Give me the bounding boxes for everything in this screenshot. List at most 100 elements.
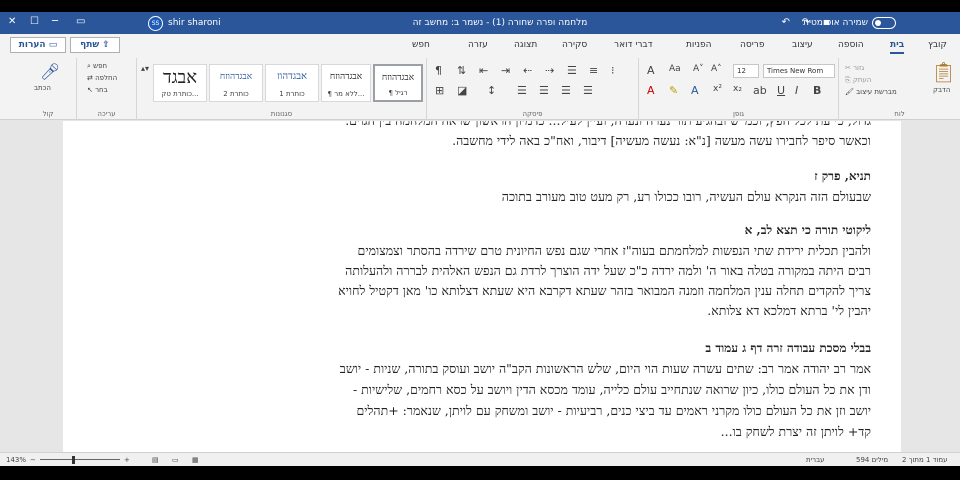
style-heading-1[interactable]: אבגדהוז כותרת 1 bbox=[265, 64, 319, 102]
copy-button[interactable]: ⎘ העתק bbox=[845, 76, 871, 85]
style-no-spacing[interactable]: אבגדהוזח ¶ ללא מר... bbox=[321, 64, 371, 102]
decrease-indent-icon[interactable]: ⇠ bbox=[523, 64, 532, 77]
underline-icon[interactable]: U bbox=[777, 84, 785, 97]
multilevel-list-icon[interactable]: ☰ bbox=[567, 64, 577, 77]
subscript-icon[interactable]: x₂ bbox=[733, 84, 742, 94]
undo-icon[interactable]: ↶ bbox=[782, 17, 790, 28]
rtl-icon[interactable]: ⇤ bbox=[479, 64, 488, 77]
document-heading[interactable]: תניא, פרק ז bbox=[91, 169, 871, 184]
paste-icon[interactable]: 📋︎ bbox=[931, 60, 956, 84]
word-count[interactable]: 594 מילים bbox=[856, 456, 888, 464]
replace-button[interactable]: ⇄ החלפה bbox=[87, 74, 117, 82]
tab-mailings[interactable]: דברי דואר bbox=[614, 40, 653, 50]
style-heading-2[interactable]: אבגדהוזח כותרת 2 bbox=[209, 64, 263, 102]
sort-icon[interactable]: ⇅ bbox=[457, 64, 466, 77]
microphone-icon[interactable]: 🎤︎ bbox=[40, 62, 60, 81]
page-count[interactable]: עמוד 1 מתוך 2 bbox=[902, 456, 948, 464]
zoom-slider[interactable] bbox=[40, 459, 120, 460]
document-line[interactable]: ודן את כל העולם כולו, כיון שרואה שנתחייב… bbox=[91, 382, 871, 398]
print-layout-icon[interactable]: ▤ bbox=[152, 456, 159, 464]
document-line[interactable]: ולהבין תכלית ירידת שתי הנפשות למלחמתם בע… bbox=[91, 243, 871, 259]
strikethrough-icon[interactable]: ab bbox=[753, 84, 767, 97]
cut-label: גזור bbox=[853, 64, 865, 72]
close-window-icon[interactable]: ✕ bbox=[8, 16, 16, 27]
cut-button[interactable]: ✂ גזור bbox=[845, 64, 864, 72]
zoom-slider-thumb[interactable] bbox=[72, 456, 75, 464]
tab-view[interactable]: תצוגה bbox=[514, 40, 537, 50]
document-line[interactable]: צריך להקדים תחלה ענין המלחמה וזמנה המבוא… bbox=[91, 283, 871, 299]
bold-icon[interactable]: B bbox=[813, 84, 821, 97]
editing-group-label: עריכה bbox=[97, 110, 116, 118]
tab-file[interactable]: קובץ bbox=[928, 40, 947, 50]
justify-icon[interactable]: ☰ bbox=[517, 84, 527, 97]
document-line[interactable]: רבים היתה במקורה בטלה באור ה' ולמה ירדה … bbox=[91, 263, 871, 279]
select-button[interactable]: ↖ בחר bbox=[87, 86, 108, 94]
zoom-out-icon[interactable]: − bbox=[30, 456, 36, 464]
tab-design[interactable]: עיצוב bbox=[792, 40, 813, 50]
web-layout-icon[interactable]: ▦ bbox=[192, 456, 199, 464]
document-line[interactable]: שבעולם הזה הנקרא עולם העשיה, רובו ככולו … bbox=[91, 189, 871, 205]
document-line[interactable]: קד+ לויתן זה יצרת לשחק בו... bbox=[91, 424, 871, 440]
find-button[interactable]: ⌕ חפש bbox=[87, 62, 107, 71]
change-case-icon[interactable]: Aa bbox=[669, 64, 681, 74]
tab-references[interactable]: הפניות bbox=[686, 40, 711, 50]
tab-insert[interactable]: הוספה bbox=[838, 40, 864, 50]
share-label: שתף bbox=[80, 40, 100, 50]
align-center-icon[interactable]: ☰ bbox=[561, 84, 571, 97]
increase-indent-icon[interactable]: ⇢ bbox=[545, 64, 554, 77]
maximize-window-icon[interactable]: ☐ bbox=[30, 16, 39, 27]
tab-home[interactable]: בית bbox=[890, 40, 905, 54]
text-effects-icon[interactable]: A bbox=[691, 84, 699, 97]
style-heading-title[interactable]: אבגד כותרת טק... bbox=[153, 64, 207, 102]
shrink-font-icon[interactable]: A˅ bbox=[693, 64, 704, 74]
align-left-icon[interactable]: ☰ bbox=[583, 84, 593, 97]
styles-scroll-icon[interactable]: ▴▾ bbox=[141, 64, 149, 73]
ribbon-tabs: הערות ▭ שתף ⇪ חפש עזרה תצוגה סקירה דברי … bbox=[0, 34, 960, 56]
zoom-level[interactable]: 143% bbox=[6, 456, 26, 464]
tab-help[interactable]: עזרה bbox=[468, 40, 488, 50]
avatar[interactable]: SS bbox=[148, 16, 163, 31]
zoom-in-icon[interactable]: + bbox=[124, 456, 130, 464]
clipboard-group: ✂ גזור ⎘ העתק 🖌︎ מברשת עיצוב 📋︎ הדבק לוח bbox=[838, 58, 960, 120]
highlight-icon[interactable]: ✎ bbox=[669, 84, 678, 97]
document-heading[interactable]: ליקוטי תורה כי תצא לב, א bbox=[91, 223, 871, 238]
read-mode-icon[interactable]: ▭ bbox=[172, 456, 179, 464]
autosave-toggle[interactable] bbox=[872, 17, 896, 29]
italic-icon[interactable]: I bbox=[795, 84, 798, 97]
document-heading[interactable]: בבלי מסכת עבודה זרה דף ג עמוד ב bbox=[91, 341, 871, 356]
format-painter-button[interactable]: 🖌︎ מברשת עיצוב bbox=[845, 88, 897, 96]
show-formatting-icon[interactable]: ¶ bbox=[435, 64, 442, 77]
tab-search[interactable]: חפש bbox=[412, 40, 430, 50]
dictate-label[interactable]: הכתב bbox=[34, 84, 51, 92]
document-page[interactable]: גדול, כי עת לכל חפץ, וכמ"ש ובהגיע תור נע… bbox=[63, 121, 901, 452]
document-line[interactable]: אמר רב יהודה אמר רב: שתים עשרה שעות הוי … bbox=[91, 361, 871, 377]
shading-icon[interactable]: ◪ bbox=[457, 84, 467, 97]
document-line[interactable]: יושב וזן את כל העולם כולו מקרני ראמים עד… bbox=[91, 403, 871, 419]
numbering-icon[interactable]: ≡ bbox=[589, 64, 598, 77]
font-size-select[interactable]: 12 bbox=[733, 64, 759, 78]
ribbon-display-icon[interactable]: ▭ bbox=[76, 16, 85, 27]
line-spacing-icon[interactable]: ↕ bbox=[487, 84, 496, 97]
borders-icon[interactable]: ⊞ bbox=[435, 84, 444, 97]
superscript-icon[interactable]: x² bbox=[713, 84, 722, 94]
tab-review[interactable]: סקירה bbox=[562, 40, 587, 50]
font-group: A Aa A˅ A˄ 12 Times New Rom A ✎ A x² x₂ … bbox=[638, 58, 838, 120]
minimize-window-icon[interactable]: ─ bbox=[52, 16, 58, 27]
tab-layout[interactable]: פריסה bbox=[740, 40, 764, 50]
style-normal[interactable]: אבגדהוזח ¶ רגיל bbox=[373, 64, 423, 102]
bullets-icon[interactable]: ⁝ bbox=[611, 64, 615, 77]
share-button[interactable]: שתף ⇪ bbox=[70, 37, 120, 53]
comments-button[interactable]: הערות ▭ bbox=[10, 37, 66, 53]
font-color-picker-icon[interactable]: A bbox=[647, 64, 655, 77]
document-line[interactable]: וכאשר סיפר לחבירו עשה מעשה [נ"א: נעשה מע… bbox=[91, 133, 871, 149]
font-color-icon[interactable]: A bbox=[647, 84, 655, 97]
font-name-select[interactable]: Times New Rom bbox=[763, 64, 835, 78]
document-canvas[interactable]: גדול, כי עת לכל חפץ, וכמ"ש ובהגיע תור נע… bbox=[0, 121, 960, 452]
paste-label[interactable]: הדבק bbox=[933, 86, 950, 94]
document-line[interactable]: גדול, כי עת לכל חפץ, וכמ"ש ובהגיע תור נע… bbox=[91, 121, 871, 129]
document-line[interactable]: יהבין לי' ברתא דמלכא דא צלותא. bbox=[91, 303, 871, 319]
align-right-icon[interactable]: ☰ bbox=[539, 84, 549, 97]
language-status[interactable]: עברית bbox=[806, 456, 825, 464]
grow-font-icon[interactable]: A˄ bbox=[711, 64, 722, 74]
ltr-icon[interactable]: ⇥ bbox=[501, 64, 510, 77]
